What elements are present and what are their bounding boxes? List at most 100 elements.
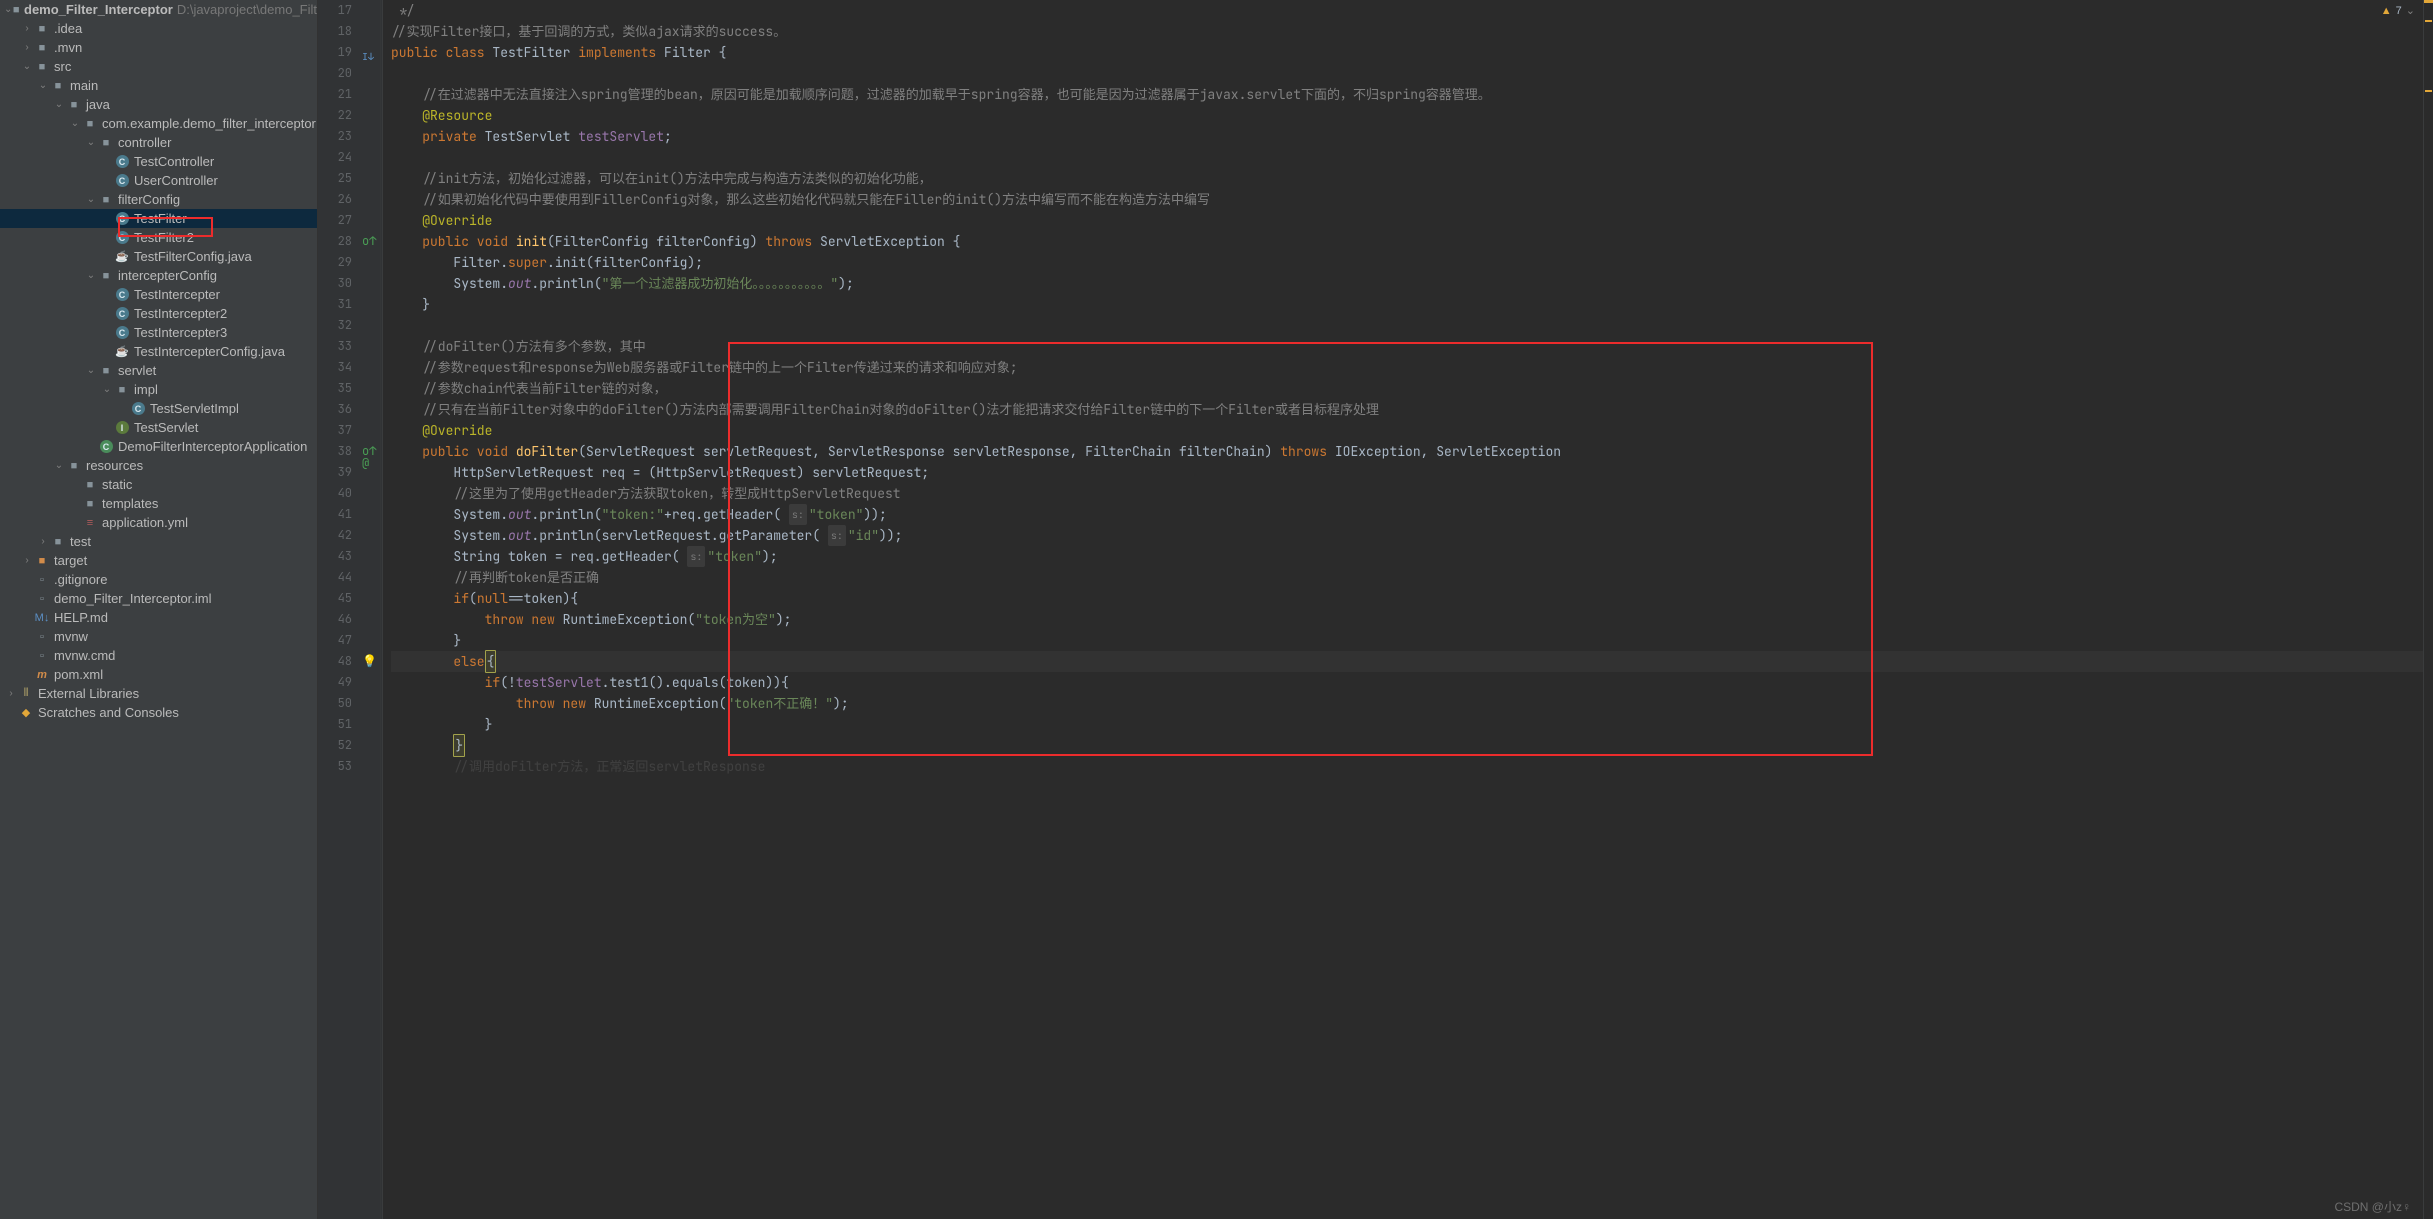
code-line[interactable] (391, 63, 2433, 84)
tree-item-static[interactable]: ■static (0, 475, 317, 494)
line-number[interactable]: 20 (318, 63, 352, 84)
code-line[interactable]: } (391, 630, 2433, 651)
override-icon[interactable]: o↑ (362, 235, 372, 245)
line-number[interactable]: 43 (318, 546, 352, 567)
code-editor[interactable]: 1718192021222324252627282930313233343536… (318, 0, 2433, 1219)
line-number[interactable]: 40 (318, 483, 352, 504)
tree-item-test[interactable]: ›■test (0, 532, 317, 551)
code-line[interactable]: //在过滤器中无法直接注入spring管理的bean，原因可能是加载顺序问题，过… (391, 84, 2433, 105)
line-number[interactable]: 26 (318, 189, 352, 210)
code-line[interactable]: public void init(FilterConfig filterConf… (391, 231, 2433, 252)
code-line[interactable]: //doFilter()方法有多个参数，其中 (391, 336, 2433, 357)
expand-arrow[interactable]: ⌄ (4, 4, 12, 15)
code-line[interactable]: @Override (391, 210, 2433, 231)
code-line[interactable]: //init方法，初始化过滤器，可以在init()方法中完成与构造方法类似的初始… (391, 168, 2433, 189)
tree-item-help-md[interactable]: M↓HELP.md (0, 608, 317, 627)
line-number[interactable]: 18 (318, 21, 352, 42)
line-number[interactable]: 34 (318, 357, 352, 378)
tree-item--mvn[interactable]: ›■.mvn (0, 38, 317, 57)
code-line[interactable]: //再判断token是否正确 (391, 567, 2433, 588)
tree-item-impl[interactable]: ⌄■impl (0, 380, 317, 399)
inspection-indicator[interactable]: ▲ 7 ⌄ (2381, 4, 2415, 17)
code-line[interactable]: } (391, 735, 2433, 756)
tree-item-templates[interactable]: ■templates (0, 494, 317, 513)
code-line[interactable]: //这里为了使用getHeader方法获取token，转型成HttpServle… (391, 483, 2433, 504)
line-number[interactable]: 22 (318, 105, 352, 126)
expand-arrow[interactable]: › (20, 23, 34, 34)
line-number[interactable]: 50 (318, 693, 352, 714)
editor-gutter[interactable]: 1718192021222324252627282930313233343536… (318, 0, 383, 1219)
code-line[interactable]: public class TestFilter implements Filte… (391, 42, 2433, 63)
line-number[interactable]: 21 (318, 84, 352, 105)
tree-item--idea[interactable]: ›■.idea (0, 19, 317, 38)
implements-icon[interactable]: I↓ (362, 46, 372, 56)
tree-item-testfilter2[interactable]: CTestFilter2 (0, 228, 317, 247)
expand-arrow[interactable]: ⌄ (84, 365, 98, 376)
expand-arrow[interactable]: ⌄ (20, 61, 34, 72)
line-number[interactable]: 31 (318, 294, 352, 315)
expand-arrow[interactable]: ⌄ (84, 194, 98, 205)
code-line[interactable]: //参数chain代表当前Filter链的对象， (391, 378, 2433, 399)
external-libraries[interactable]: › ⫴ External Libraries (0, 684, 317, 703)
code-line[interactable]: System.out.println("第一个过滤器成功初始化。。。。。。。。。… (391, 273, 2433, 294)
stripe-mark[interactable] (2425, 20, 2432, 22)
tree-item-testintercepterconfig-java[interactable]: ☕TestIntercepterConfig.java (0, 342, 317, 361)
expand-arrow[interactable]: ⌄ (68, 118, 82, 129)
tree-item-mvnw[interactable]: ▫mvnw (0, 627, 317, 646)
expand-arrow[interactable]: › (36, 536, 50, 547)
tree-item-testfilterconfig-java[interactable]: ☕TestFilterConfig.java (0, 247, 317, 266)
project-tree[interactable]: ⌄ ■ demo_Filter_Interceptor D:\javaproje… (0, 0, 318, 1219)
line-number[interactable]: 33 (318, 336, 352, 357)
line-number[interactable]: 52 (318, 735, 352, 756)
code-line[interactable]: //参数request和response为Web服务器或Filter链中的上一个… (391, 357, 2433, 378)
line-number[interactable]: 30 (318, 273, 352, 294)
code-line[interactable]: public void doFilter(ServletRequest serv… (391, 441, 2433, 462)
line-number[interactable]: 53 (318, 756, 352, 777)
line-number[interactable]: 23 (318, 126, 352, 147)
code-line[interactable]: @Resource (391, 105, 2433, 126)
code-line[interactable]: HttpServletRequest req = (HttpServletReq… (391, 462, 2433, 483)
tree-item-resources[interactable]: ⌄■resources (0, 456, 317, 475)
line-number[interactable]: 46 (318, 609, 352, 630)
line-number[interactable]: 25 (318, 168, 352, 189)
override-icon[interactable]: o↑ @ (362, 445, 372, 455)
expand-arrow[interactable]: › (4, 688, 18, 699)
tree-item-main[interactable]: ⌄■main (0, 76, 317, 95)
tree-item-testfilter[interactable]: CTestFilter (0, 209, 317, 228)
line-number[interactable]: 41 (318, 504, 352, 525)
tree-item-testintercepter3[interactable]: CTestIntercepter3 (0, 323, 317, 342)
tree-item--gitignore[interactable]: ▫.gitignore (0, 570, 317, 589)
line-number[interactable]: 44 (318, 567, 352, 588)
line-number[interactable]: 45 (318, 588, 352, 609)
line-number[interactable]: 37 (318, 420, 352, 441)
tree-item-demofilterinterceptorapplication[interactable]: CDemoFilterInterceptorApplication (0, 437, 317, 456)
code-line[interactable]: if(null==token){ (391, 588, 2433, 609)
line-number[interactable]: 17 (318, 0, 352, 21)
tree-item-testintercepter[interactable]: CTestIntercepter (0, 285, 317, 304)
tree-item-filterconfig[interactable]: ⌄■filterConfig (0, 190, 317, 209)
line-number[interactable]: 36 (318, 399, 352, 420)
code-line[interactable]: throw new RuntimeException("token为空"); (391, 609, 2433, 630)
tree-item-mvnw-cmd[interactable]: ▫mvnw.cmd (0, 646, 317, 665)
tree-item-intercepterconfig[interactable]: ⌄■intercepterConfig (0, 266, 317, 285)
expand-arrow[interactable]: › (20, 555, 34, 566)
line-number[interactable]: 51 (318, 714, 352, 735)
line-number[interactable]: 19 (318, 42, 352, 63)
line-number[interactable]: 38 (318, 441, 352, 462)
code-line[interactable]: else{ (391, 651, 2433, 672)
line-number[interactable]: 29 (318, 252, 352, 273)
expand-arrow[interactable]: ⌄ (36, 80, 50, 91)
chevron-down-icon[interactable]: ⌄ (2406, 4, 2415, 17)
line-number[interactable]: 35 (318, 378, 352, 399)
code-line[interactable]: @Override (391, 420, 2433, 441)
tree-item-usercontroller[interactable]: CUserController (0, 171, 317, 190)
code-line[interactable]: private TestServlet testServlet; (391, 126, 2433, 147)
code-line[interactable]: //如果初始化代码中要使用到FillerConfig对象，那么这些初始化代码就只… (391, 189, 2433, 210)
code-line[interactable]: System.out.println("token:"+req.getHeade… (391, 504, 2433, 525)
line-number[interactable]: 42 (318, 525, 352, 546)
line-number[interactable]: 28 (318, 231, 352, 252)
tree-item-com-example-demo-filter-interceptor[interactable]: ⌄■com.example.demo_filter_interceptor (0, 114, 317, 133)
project-root[interactable]: ⌄ ■ demo_Filter_Interceptor D:\javaproje… (0, 0, 317, 19)
line-number[interactable]: 49 (318, 672, 352, 693)
code-line[interactable]: //调用doFilter方法，正常返回servletResponse (391, 756, 2433, 777)
